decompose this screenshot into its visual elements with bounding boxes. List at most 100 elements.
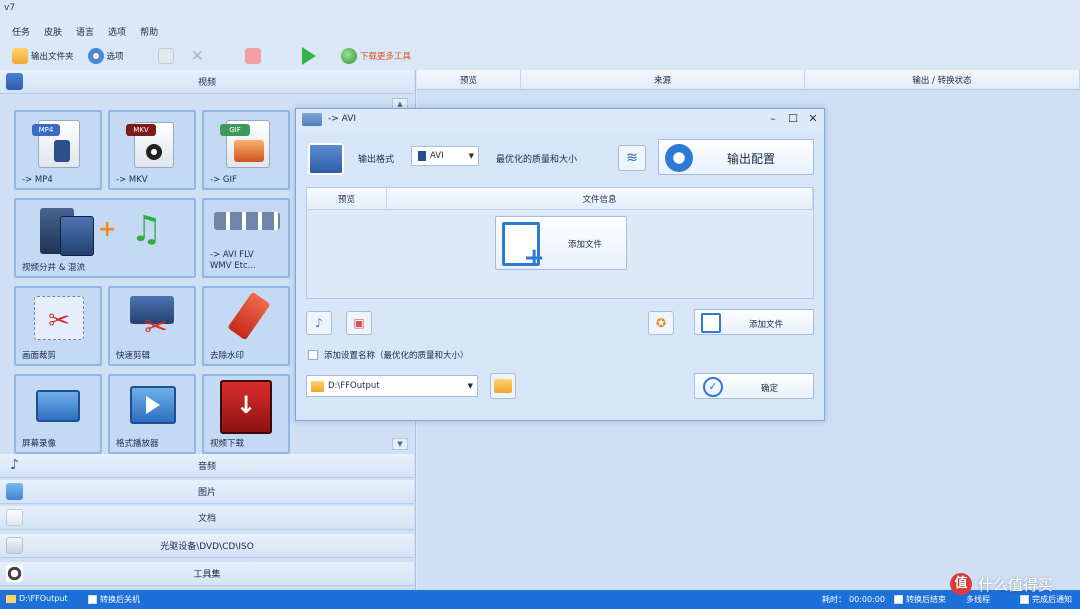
- start-button[interactable]: [298, 45, 323, 67]
- film-stack-icon-2: [60, 216, 94, 256]
- add-file-button[interactable]: 添加文件: [694, 309, 814, 335]
- minimize-icon[interactable]: –: [766, 112, 780, 126]
- output-path-value: D:\FFOutput: [328, 381, 380, 391]
- app-title: v7: [4, 3, 16, 13]
- clear-button[interactable]: ✕: [187, 45, 211, 67]
- elapsed-time: 耗时： 00:00:00: [822, 595, 885, 604]
- down-arrow-icon: ↓: [235, 391, 257, 419]
- menu-options[interactable]: 选项: [108, 25, 126, 38]
- eraser-icon: [227, 291, 271, 341]
- menu-task[interactable]: 任务: [12, 25, 30, 38]
- maximize-icon[interactable]: ☐: [786, 112, 800, 126]
- multithread-option[interactable]: 多线程: [966, 594, 990, 605]
- clear-list-button[interactable]: ✪: [648, 311, 674, 335]
- audio-settings-button[interactable]: ♪: [306, 311, 332, 335]
- toolbar: 输出文件夹 选项 ✕ 下载更多工具: [0, 42, 1080, 70]
- plus-icon: +: [98, 217, 117, 242]
- column-output-status[interactable]: 输出 / 转换状态: [805, 70, 1080, 89]
- category-video[interactable]: 视频: [0, 70, 414, 94]
- film-strip-icon: [54, 140, 70, 162]
- stop-button[interactable]: [241, 45, 268, 67]
- file-list: 预览 文件信息 添加文件: [306, 187, 814, 299]
- add-preset-name-option[interactable]: 添加设置名称（最优化的质量和大小）: [308, 349, 469, 361]
- shutdown-after-checkbox[interactable]: [88, 595, 97, 604]
- menu-skin[interactable]: 皮肤: [44, 25, 62, 38]
- output-folder-button[interactable]: 输出文件夹: [8, 45, 78, 67]
- category-rom-device[interactable]: 光驱设备\DVD\CD\ISO: [0, 534, 414, 558]
- play-icon: [146, 396, 160, 414]
- film-icon: [418, 151, 426, 161]
- site-logo-icon: 值: [950, 573, 972, 595]
- play-icon: [301, 47, 316, 65]
- notify-option[interactable]: 完成后通知: [1020, 594, 1072, 605]
- column-file-info[interactable]: 文件信息: [387, 188, 813, 209]
- subtitle-settings-button[interactable]: ▣: [346, 311, 372, 335]
- column-preview[interactable]: 预览: [307, 188, 387, 209]
- scroll-down-button[interactable]: ▼: [392, 438, 408, 450]
- music-note-icon: ♫: [130, 209, 163, 250]
- file-list-header: 预览 文件信息: [307, 188, 813, 210]
- file-remove-icon: [157, 48, 174, 64]
- options-icon: [87, 48, 104, 64]
- category-tools[interactable]: 工具集: [0, 562, 414, 586]
- disc-icon: [6, 537, 23, 554]
- category-audio[interactable]: ♪ 音频: [0, 454, 414, 478]
- layers-icon: ≋: [626, 150, 638, 166]
- folder-icon: [6, 594, 16, 603]
- close-icon[interactable]: ✕: [806, 112, 820, 126]
- column-source[interactable]: 来源: [521, 70, 805, 89]
- tile-remove-watermark[interactable]: 去除水印: [202, 286, 290, 366]
- tile-to-gif[interactable]: GIF -> GIF: [202, 110, 290, 190]
- globe-icon: [340, 48, 357, 64]
- tile-crop[interactable]: ✂ 画面裁剪: [14, 286, 102, 366]
- video-icon: [6, 73, 23, 90]
- gear-icon: [665, 144, 693, 172]
- output-format-select[interactable]: AVI ▼: [411, 146, 479, 166]
- add-file-icon: [502, 222, 545, 273]
- tile-format-player[interactable]: 格式播放器: [108, 374, 196, 454]
- reel-icon: [146, 144, 162, 160]
- document-icon: ▣: [353, 316, 365, 330]
- notify-checkbox[interactable]: [1020, 595, 1029, 604]
- sparkle-icon: ✪: [655, 316, 667, 330]
- close-icon: ✕: [190, 46, 204, 65]
- options-button[interactable]: 选项: [84, 45, 128, 67]
- tile-to-mkv[interactable]: MKV -> MKV: [108, 110, 196, 190]
- category-image[interactable]: 图片: [0, 480, 414, 504]
- output-config-button[interactable]: 输出配置: [658, 139, 814, 175]
- add-preset-name-checkbox[interactable]: [308, 350, 318, 360]
- tile-video-download[interactable]: ↓ 视频下载: [202, 374, 290, 454]
- scissors-icon: ✂: [48, 306, 70, 336]
- scissors-icon: ✂: [144, 310, 168, 343]
- menu-help[interactable]: 帮助: [140, 25, 158, 38]
- output-path-select[interactable]: D:\FFOutput ▼: [306, 375, 478, 397]
- tile-screen-record[interactable]: 屏幕录像: [14, 374, 102, 454]
- after-convert-checkbox[interactable]: [894, 595, 903, 604]
- ok-button[interactable]: ✓ 确定: [694, 373, 814, 399]
- output-path-link[interactable]: D:\FFOutput: [6, 594, 68, 603]
- category-document[interactable]: 文档: [0, 506, 414, 530]
- tile-quick-clip[interactable]: ✂ 快速剪辑: [108, 286, 196, 366]
- column-preview[interactable]: 预览: [417, 70, 521, 89]
- browse-folder-button[interactable]: [490, 373, 516, 399]
- music-note-icon: ♪: [315, 316, 323, 330]
- add-file-button-large[interactable]: 添加文件: [495, 216, 627, 273]
- after-convert-option[interactable]: 转换后结束: [894, 594, 946, 605]
- gif-badge: GIF: [220, 124, 250, 136]
- install-tools-button[interactable]: 下载更多工具: [337, 45, 415, 67]
- quality-preset-button[interactable]: ≋: [618, 145, 646, 171]
- tools-icon: [6, 565, 23, 582]
- task-table-header: 预览 来源 输出 / 转换状态: [417, 70, 1080, 90]
- tile-to-avi-flv-wmv[interactable]: -> AVI FLV WMV Etc...: [202, 198, 290, 278]
- site-watermark: 值 什么值得买: [950, 573, 1053, 595]
- folder-icon: [12, 48, 28, 64]
- format-strip-icon: [214, 212, 280, 230]
- folder-icon: [311, 380, 324, 392]
- tile-to-mp4[interactable]: MP4 -> MP4: [14, 110, 102, 190]
- tile-video-join-mux[interactable]: + ♫ 视频分并 & 混流: [14, 198, 196, 278]
- remove-button[interactable]: [154, 45, 181, 67]
- shutdown-after-option[interactable]: 转换后关机: [88, 594, 140, 605]
- app-logo-icon: [302, 113, 322, 126]
- menu-language[interactable]: 语言: [76, 25, 94, 38]
- folder-icon: [494, 379, 512, 393]
